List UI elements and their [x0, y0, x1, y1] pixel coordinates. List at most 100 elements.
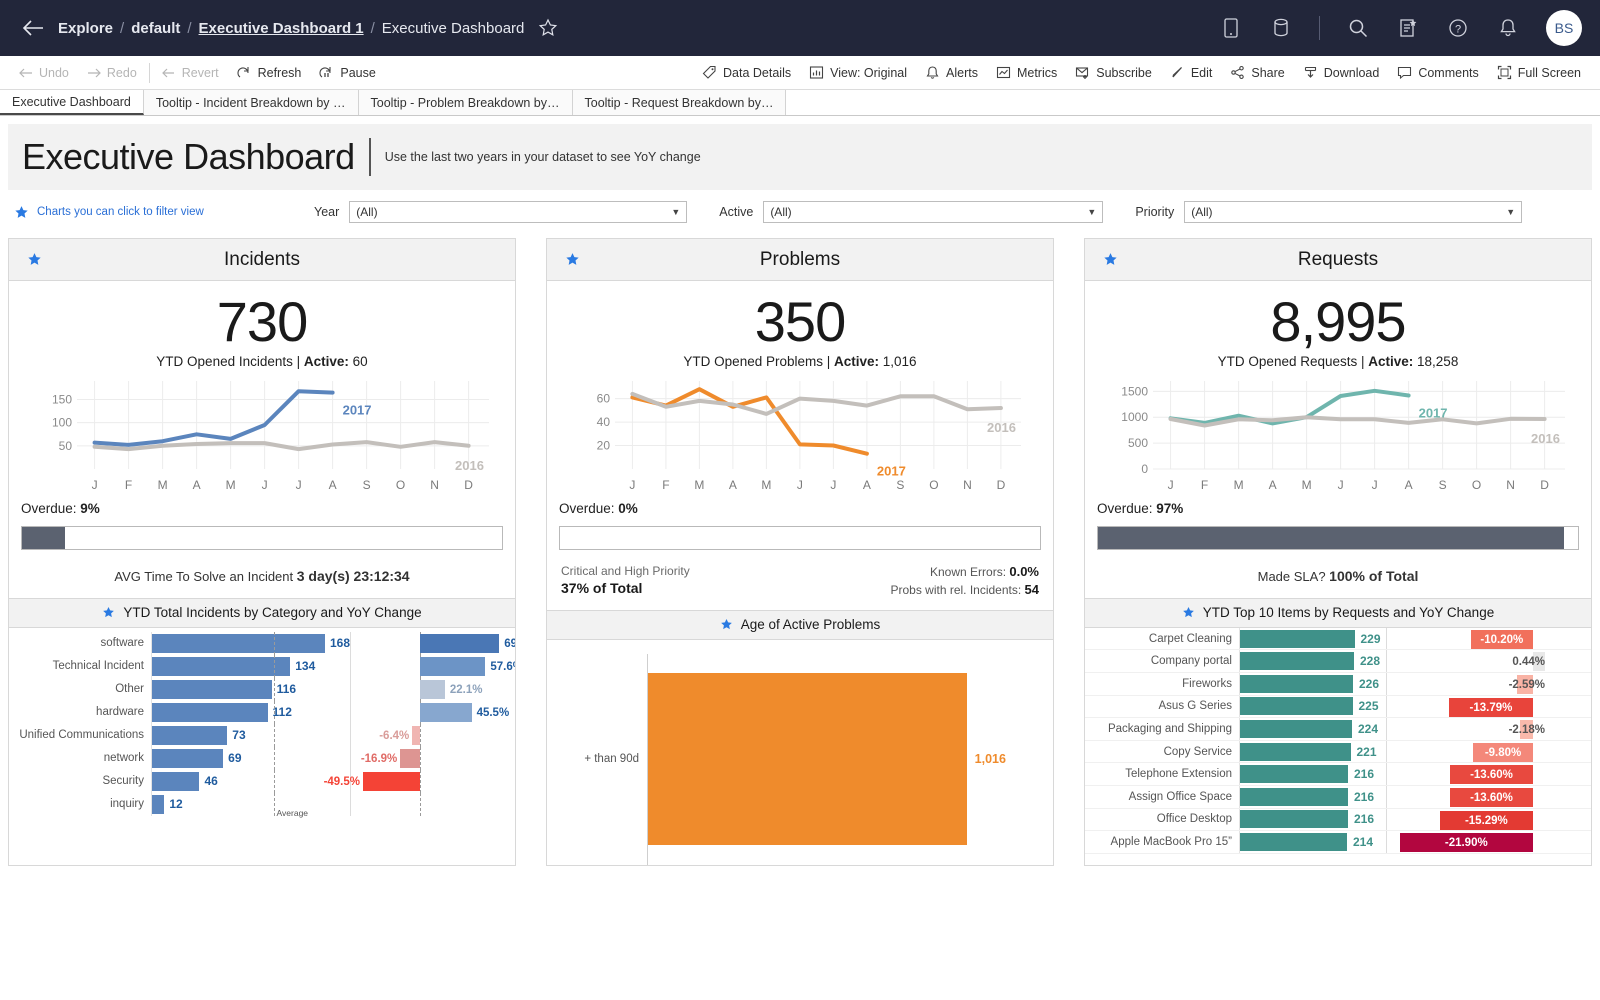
yoy-bar[interactable] [420, 657, 486, 676]
download-button[interactable]: Download [1294, 56, 1389, 89]
value-bar[interactable] [1240, 743, 1351, 761]
value-bar[interactable] [152, 749, 223, 768]
table-row[interactable]: software16869.7% [11, 632, 513, 655]
table-row[interactable]: Telephone Extension216-13.60% [1085, 763, 1591, 786]
table-row[interactable]: Company portal2280.44% [1085, 650, 1591, 673]
sparkline-problems[interactable]: 20406020172016JFMAMJJASOND [547, 369, 1053, 495]
yoy-bar[interactable] [412, 726, 419, 745]
sheet-tab-2[interactable]: Tooltip - Problem Breakdown by… [359, 90, 573, 115]
value-bar[interactable] [1240, 630, 1355, 648]
average-reference-line [274, 655, 275, 678]
table-row[interactable]: Apple MacBook Pro 15”214-21.90% [1085, 831, 1591, 854]
value-bar[interactable] [152, 772, 199, 791]
table-row[interactable]: Other11622.1% [11, 678, 513, 701]
value-bar[interactable] [1240, 810, 1348, 828]
sparkline-incidents[interactable]: 5010015020172016JFMAMJJASOND [9, 369, 515, 495]
revert-button[interactable]: Revert [153, 56, 228, 89]
table-row[interactable]: Copy Service221-9.80% [1085, 741, 1591, 764]
table-row[interactable]: Packaging and Shipping224-2.18% [1085, 718, 1591, 741]
table-row[interactable]: network69-16.9% [11, 747, 513, 770]
sheet-tab-label: Tooltip - Problem Breakdown by… [371, 96, 560, 110]
share-button[interactable]: Share [1221, 56, 1293, 89]
value-bar[interactable] [1240, 697, 1353, 715]
undo-button[interactable]: Undo [10, 56, 78, 89]
sheet-tab-0[interactable]: Executive Dashboard [0, 90, 144, 115]
filter-dropdown-priority[interactable]: (All)▼ [1184, 201, 1522, 223]
redo-button[interactable]: Redo [78, 56, 146, 89]
value-bar[interactable] [152, 634, 325, 653]
sheet-tab-3[interactable]: Tooltip - Request Breakdown by… [573, 90, 787, 115]
search-icon[interactable] [1346, 16, 1370, 40]
value-bar[interactable] [1240, 652, 1354, 670]
chart-incidents-by-category[interactable]: software16869.7%Technical Incident13457.… [9, 628, 515, 865]
yoy-bar[interactable] [420, 703, 472, 722]
value-bar[interactable] [1240, 833, 1347, 851]
table-row[interactable]: Asus G Series225-13.79% [1085, 696, 1591, 719]
subscribe-button[interactable]: Subscribe [1066, 56, 1161, 89]
filter-dropdown-year[interactable]: (All)▼ [349, 201, 687, 223]
pause-button[interactable]: Pause [310, 56, 384, 89]
chart-age-of-active-problems[interactable]: + than 90d 1,016 [547, 640, 1053, 865]
value-bar[interactable] [152, 703, 268, 722]
avatar[interactable]: BS [1546, 10, 1582, 46]
chevron-down-icon[interactable]: ▼ [1087, 207, 1096, 217]
value-bar[interactable] [152, 726, 227, 745]
star-filled-icon[interactable] [720, 618, 733, 631]
download-label: Download [1324, 66, 1380, 80]
svg-text:J: J [797, 478, 803, 492]
edit-button[interactable]: Edit [1161, 56, 1222, 89]
chevron-down-icon[interactable]: ▼ [671, 207, 680, 217]
table-row[interactable]: hardware11245.5% [11, 701, 513, 724]
value-bar[interactable] [1240, 788, 1348, 806]
value-bar[interactable] [152, 680, 272, 699]
view-original-button[interactable]: View: Original [800, 56, 916, 89]
star-filled-icon[interactable] [102, 606, 115, 619]
metrics-button[interactable]: Metrics [987, 56, 1066, 89]
subpanel-header-requests: YTD Top 10 Items by Requests and YoY Cha… [1085, 598, 1591, 628]
filter-dropdown-active[interactable]: (All)▼ [763, 201, 1103, 223]
value-bar[interactable] [1240, 765, 1348, 783]
breadcrumb-item-default[interactable]: default [131, 20, 180, 37]
table-row[interactable]: Unified Communications73-6.4% [11, 724, 513, 747]
star-filled-icon[interactable] [565, 252, 580, 267]
star-filled-icon[interactable] [1182, 606, 1195, 619]
device-preview-icon[interactable] [1219, 16, 1243, 40]
refresh-button[interactable]: Refresh [228, 56, 311, 89]
data-details-button[interactable]: Data Details [693, 56, 800, 89]
data-source-icon[interactable] [1269, 16, 1293, 40]
chart-requests-top-10[interactable]: Carpet Cleaning229-10.20%Company portal2… [1085, 628, 1591, 865]
breadcrumb-item-explore[interactable]: Explore [58, 20, 113, 37]
sheet-tab-1[interactable]: Tooltip - Incident Breakdown by … [144, 90, 359, 115]
value-bar[interactable] [1240, 720, 1352, 738]
alerts-button[interactable]: Alerts [916, 56, 987, 89]
help-icon[interactable]: ? [1446, 16, 1470, 40]
svg-text:M: M [1234, 478, 1244, 492]
table-row[interactable]: Office Desktop216-15.29% [1085, 809, 1591, 832]
value-bar[interactable] [1240, 675, 1353, 693]
yoy-bar[interactable] [363, 772, 420, 791]
table-row[interactable]: inquiry12Average [11, 793, 513, 816]
value-bar[interactable] [152, 795, 164, 814]
star-filled-icon[interactable] [27, 252, 42, 267]
chevron-down-icon[interactable]: ▼ [1506, 207, 1515, 217]
overdue-bar-problems [559, 526, 1041, 550]
back-arrow-icon[interactable] [18, 13, 48, 43]
favorite-star-icon[interactable] [538, 18, 558, 38]
yoy-bar[interactable] [420, 680, 445, 699]
table-row[interactable]: Carpet Cleaning229-10.20% [1085, 628, 1591, 651]
new-workbook-icon[interactable] [1396, 16, 1420, 40]
yoy-bar[interactable] [400, 749, 419, 768]
star-filled-icon[interactable] [1103, 252, 1118, 267]
sparkline-requests[interactable]: 05001000150020172016JFMAMJJASOND [1085, 369, 1591, 495]
comments-button[interactable]: Comments [1388, 56, 1487, 89]
table-row[interactable]: Fireworks226-2.59% [1085, 673, 1591, 696]
table-row[interactable]: Technical Incident13457.6% [11, 655, 513, 678]
table-row[interactable]: Security46-49.5% [11, 770, 513, 793]
table-row[interactable]: Assign Office Space216-13.60% [1085, 786, 1591, 809]
breadcrumb-item-workbook[interactable]: Executive Dashboard 1 [199, 20, 364, 37]
yoy-bar[interactable] [420, 634, 500, 653]
notifications-icon[interactable] [1496, 16, 1520, 40]
value-bar[interactable] [152, 657, 290, 676]
age-bar[interactable] [648, 673, 967, 845]
full-screen-button[interactable]: Full Screen [1488, 56, 1590, 89]
